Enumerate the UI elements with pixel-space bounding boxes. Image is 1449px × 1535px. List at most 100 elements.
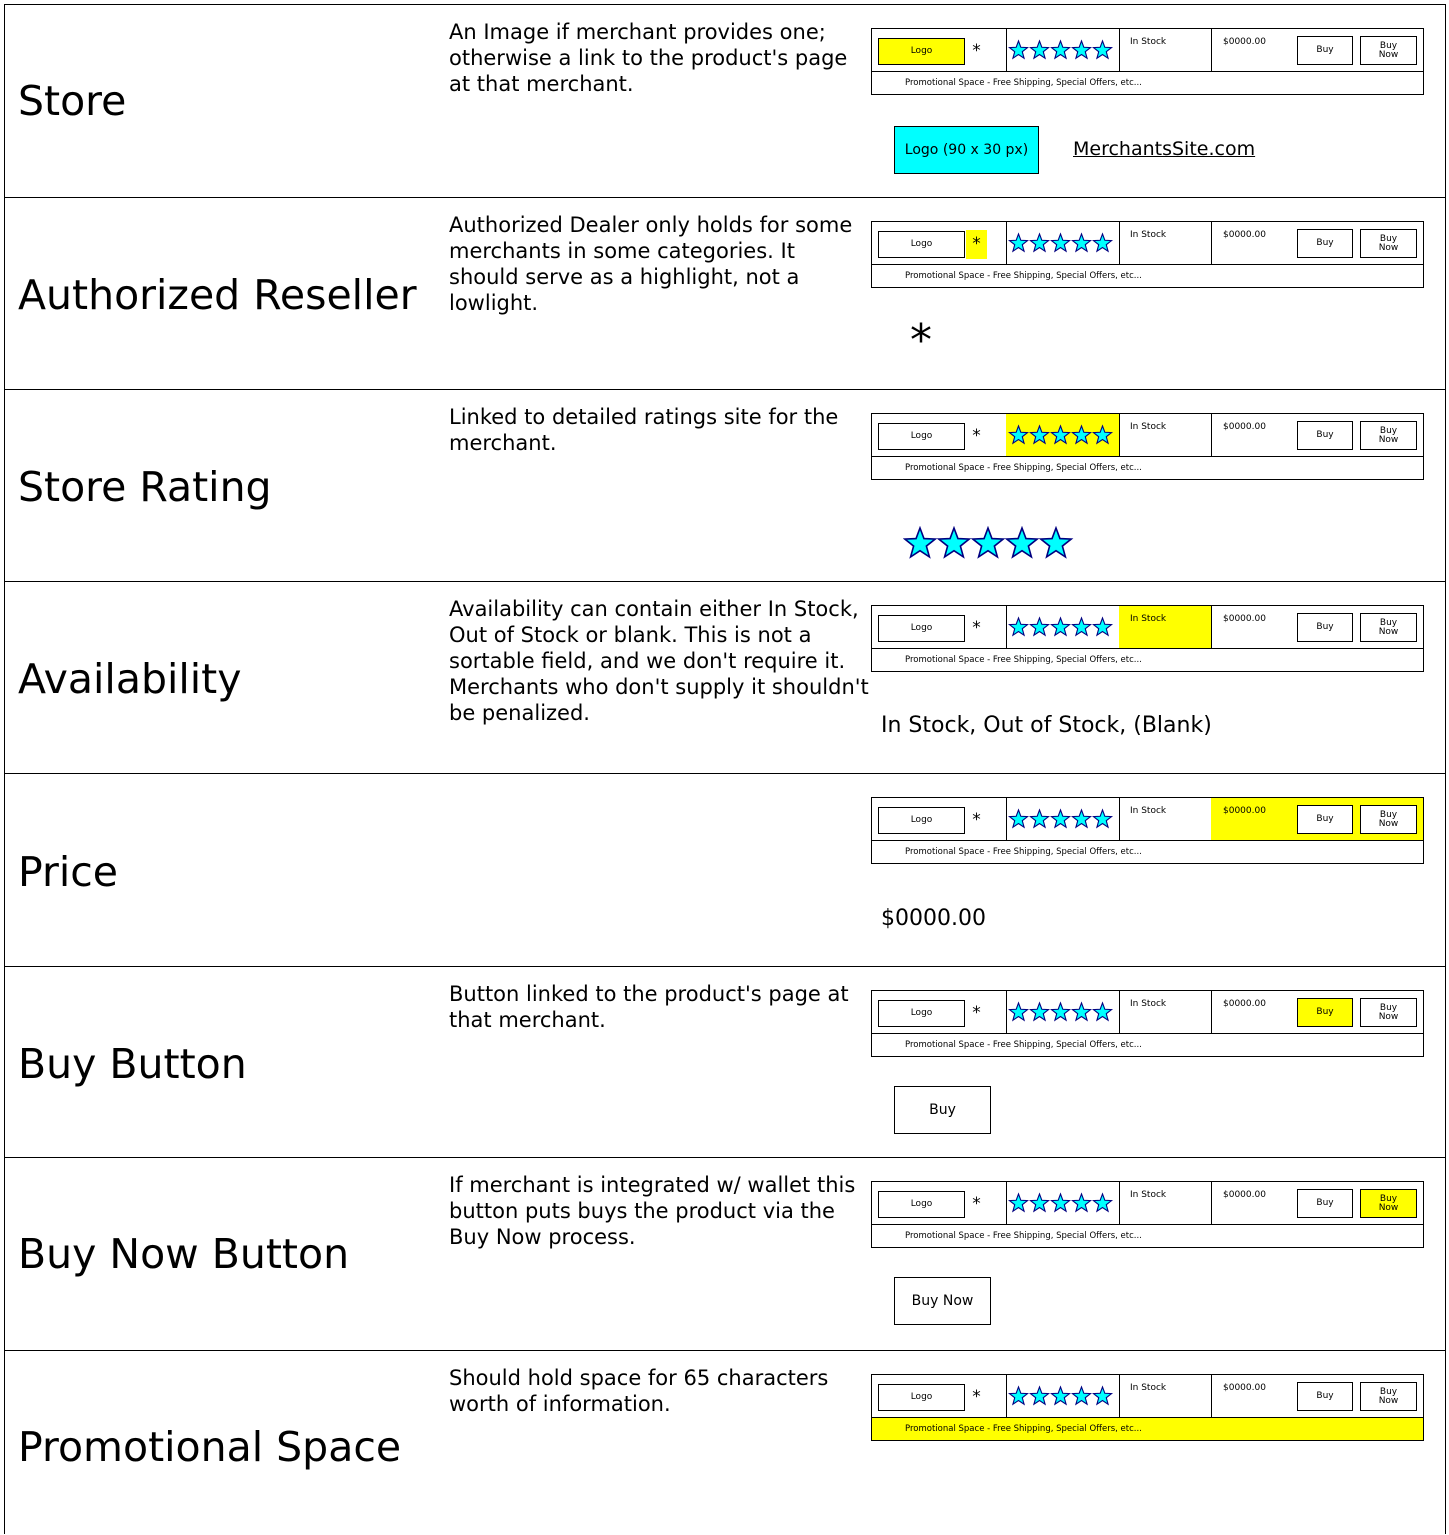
star-shape: [1091, 808, 1114, 829]
logo-placeholder: Logo (90 x 30 px): [894, 126, 1039, 174]
row-label: Availability: [18, 655, 242, 703]
buy-button[interactable]: Buy: [1297, 1382, 1353, 1411]
listing-mockup: Logo * In Stock $0000.00 Buy Buy Now Prom…: [871, 221, 1424, 288]
row-description: Button linked to the product's page at t…: [449, 982, 849, 1032]
store-rating[interactable]: [1006, 222, 1119, 264]
row-description: Linked to detailed ratings site for the …: [449, 405, 839, 455]
merchant-logo[interactable]: Logo: [878, 1000, 965, 1027]
buy-now-button[interactable]: Buy Now: [894, 1277, 991, 1325]
price-cell: $0000.00 Buy Buy Now: [1211, 798, 1423, 840]
buy-now-line2: Now: [1378, 627, 1399, 637]
availability: In Stock: [1119, 606, 1211, 648]
buy-button[interactable]: Buy: [1297, 613, 1353, 642]
star-shape: [1008, 808, 1030, 829]
buy-button[interactable]: Buy: [1297, 421, 1353, 450]
store-rating[interactable]: [1006, 414, 1119, 456]
price: $0000.00: [1223, 422, 1266, 432]
row-description: If merchant is integrated w/ wallet this…: [449, 1173, 856, 1249]
price: $0000.00: [1223, 37, 1266, 47]
listing-main-row: Logo * In Stock $0000.00 Buy Buy Now: [872, 606, 1423, 649]
price-value: $0000.00: [881, 906, 986, 931]
star-shape: [1049, 616, 1072, 637]
availability: In Stock: [1130, 230, 1167, 240]
buy-button[interactable]: Buy: [1297, 229, 1353, 258]
listing-mockup: Logo * In Stock $0000.00 Buy Buy Now Prom…: [871, 413, 1424, 480]
row-label: Buy Now Button: [18, 1230, 350, 1278]
row-description: Should hold space for 65 characters wort…: [449, 1366, 829, 1416]
price: $0000.00: [1223, 614, 1266, 624]
star-shape: [1049, 232, 1072, 253]
buy-now-button[interactable]: Buy Now: [1360, 613, 1417, 642]
promotional-space: Promotional Space - Free Shipping, Speci…: [905, 1231, 1142, 1241]
buy-now-button[interactable]: Buy Now: [1360, 998, 1417, 1027]
store-rating[interactable]: [1006, 606, 1119, 648]
authorized-asterisk-icon: *: [972, 1003, 981, 1023]
buy-now-button[interactable]: Buy Now: [1360, 229, 1417, 258]
buy-now-button[interactable]: Buy Now: [1360, 1382, 1417, 1411]
buy-button[interactable]: Buy: [1297, 1189, 1353, 1218]
merchant-logo[interactable]: Logo: [878, 38, 965, 65]
promotional-space: Promotional Space - Free Shipping, Speci…: [905, 271, 1142, 281]
row-store-rating: Store Rating Linked to detailed ratings …: [5, 390, 1445, 582]
buy-button[interactable]: Buy: [1297, 36, 1353, 65]
buy-button[interactable]: Buy: [1297, 805, 1353, 834]
authorized-asterisk-icon: *: [972, 618, 981, 638]
buy-button[interactable]: Buy: [894, 1086, 991, 1134]
listing-main-row: Logo * In Stock $0000.00 Buy Buy Now: [872, 29, 1423, 72]
star-shape: [1091, 1385, 1114, 1406]
merchant-logo[interactable]: Logo: [878, 423, 965, 450]
star-shape: [1008, 1385, 1030, 1406]
star-shape: [1091, 424, 1114, 445]
promotional-space: Promotional Space - Free Shipping, Speci…: [905, 1040, 1142, 1050]
store-rating[interactable]: [1006, 798, 1119, 840]
store-rating[interactable]: [1006, 1375, 1119, 1417]
merchant-logo[interactable]: Logo: [878, 615, 965, 642]
store-rating[interactable]: [1006, 991, 1119, 1033]
authorized-asterisk-icon: *: [910, 315, 932, 366]
store-rating[interactable]: [1006, 1182, 1119, 1224]
row-store: Store An Image if merchant provides one;…: [5, 5, 1445, 198]
buy-now-line2: Now: [1378, 435, 1399, 445]
star-shape: [1004, 525, 1040, 559]
availability: In Stock: [1130, 422, 1167, 432]
availability: In Stock: [1130, 37, 1167, 47]
row-authorized-reseller: Authorized Reseller Authorized Dealer on…: [5, 198, 1445, 390]
buy-now-button[interactable]: Buy Now: [1360, 1189, 1417, 1218]
availability-values: In Stock, Out of Stock, (Blank): [881, 713, 1212, 738]
row-label: Price: [18, 848, 119, 896]
star-shape: [1070, 232, 1093, 253]
star-shape: [1091, 39, 1114, 60]
buy-button[interactable]: Buy: [1297, 998, 1353, 1027]
star-shape: [1028, 39, 1051, 60]
price: $0000.00: [1223, 230, 1266, 240]
star-shape: [1049, 1385, 1072, 1406]
star-shape: [1091, 1001, 1114, 1022]
rating-stars-icon[interactable]: [902, 525, 1079, 564]
star-shape: [1038, 525, 1074, 559]
merchant-site-link[interactable]: MerchantsSite.com: [1073, 138, 1255, 160]
price-cell: $0000.00 Buy Buy Now: [1211, 222, 1423, 264]
merchant-logo[interactable]: Logo: [878, 807, 965, 834]
promotional-space: Promotional Space - Free Shipping, Speci…: [872, 1418, 1423, 1440]
buy-now-button[interactable]: Buy Now: [1360, 36, 1417, 65]
store-rating[interactable]: [1006, 29, 1119, 71]
buy-now-button[interactable]: Buy Now: [1360, 421, 1417, 450]
buy-now-line2: Now: [1378, 819, 1399, 829]
star-shape: [1049, 1001, 1072, 1022]
merchant-logo[interactable]: Logo: [878, 1384, 965, 1411]
row-description: An Image if merchant provides one; other…: [449, 20, 848, 96]
buy-now-line2: Now: [1378, 50, 1399, 60]
merchant-logo[interactable]: Logo: [878, 1191, 965, 1218]
listing-mockup: Logo * In Stock $0000.00 Buy Buy Now Prom…: [871, 605, 1424, 672]
star-shape: [970, 525, 1006, 559]
merchant-logo[interactable]: Logo: [878, 231, 965, 258]
star-shape: [1049, 39, 1072, 60]
star-shape: [1028, 808, 1051, 829]
star-shape: [1070, 1001, 1093, 1022]
buy-now-button[interactable]: Buy Now: [1360, 805, 1417, 834]
listing-mockup: Logo * In Stock $0000.00 Buy Buy Now Prom…: [871, 28, 1424, 95]
star-shape: [1070, 1192, 1093, 1213]
price: $0000.00: [1223, 1190, 1266, 1200]
price-cell: $0000.00 Buy Buy Now: [1211, 606, 1423, 648]
price: $0000.00: [1223, 1383, 1266, 1393]
